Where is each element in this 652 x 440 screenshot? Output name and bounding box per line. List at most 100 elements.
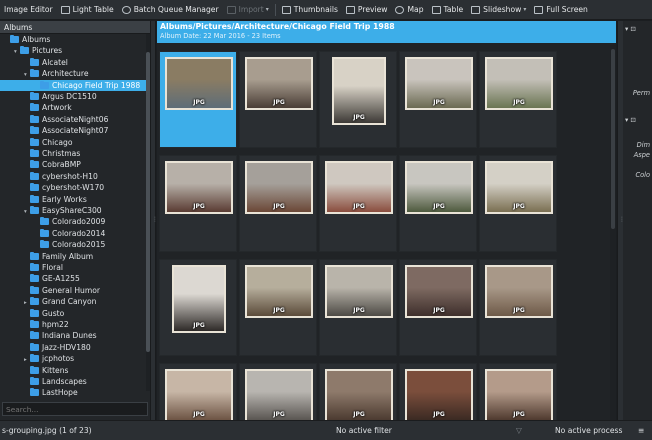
- tree-item[interactable]: cybershot-H10: [0, 171, 146, 182]
- thumbnail-scrollbar[interactable]: [610, 45, 616, 420]
- status-bar: s-grouping.jpg (1 of 23) No active filte…: [0, 420, 652, 440]
- tree-item[interactable]: Artwork: [0, 102, 146, 113]
- tree-item[interactable]: Indiana Dunes: [0, 330, 146, 341]
- tree-item[interactable]: Family Album: [0, 251, 146, 262]
- tree-item[interactable]: CobraBMP: [0, 159, 146, 170]
- slideshow-button[interactable]: Slideshow ▾: [467, 0, 530, 19]
- tree-item[interactable]: Colorado2014: [0, 228, 146, 239]
- tree-item-label: CobraBMP: [42, 160, 81, 170]
- thumbnail-item[interactable]: JPG: [159, 155, 237, 252]
- photo-thumbnail: JPG: [485, 369, 553, 420]
- folder-icon: [30, 194, 39, 203]
- tree-item[interactable]: Colorado2009: [0, 216, 146, 227]
- folder-icon: [30, 149, 39, 157]
- filter-icon[interactable]: ▽: [516, 426, 522, 435]
- tree-item[interactable]: Alcatel: [0, 57, 146, 68]
- folder-icon: [20, 46, 29, 55]
- thumbnail-item[interactable]: JPG: [319, 363, 397, 420]
- photo-thumbnail: JPG: [485, 57, 553, 110]
- tree-item[interactable]: ▸ jcphotos: [0, 353, 146, 364]
- file-type-badge: JPG: [513, 203, 525, 210]
- tree-item-label: Colorado2015: [52, 240, 106, 250]
- tree-item[interactable]: ▾ Pictures: [0, 45, 146, 56]
- map-icon: [395, 5, 405, 14]
- thumbnail-item[interactable]: JPG: [159, 51, 237, 148]
- tree-item[interactable]: Gusto: [0, 308, 146, 319]
- tree-item-label: Chicago: [42, 137, 73, 147]
- photo-properties-section-toggle[interactable]: ▾ ⊡: [625, 116, 636, 124]
- folder-icon: [30, 354, 39, 363]
- album-search-input[interactable]: [2, 402, 148, 416]
- file-type-badge: JPG: [353, 307, 365, 314]
- tree-item[interactable]: Landscapes: [0, 376, 146, 387]
- folder-icon: [30, 308, 39, 317]
- tree-item[interactable]: LastHope: [0, 387, 146, 398]
- thumbnail-item[interactable]: JPG: [319, 51, 397, 148]
- import-button[interactable]: Import ▾: [223, 0, 273, 19]
- thumbnail-item[interactable]: JPG: [239, 363, 317, 420]
- thumbnail-item[interactable]: JPG: [399, 51, 477, 148]
- file-type-badge: JPG: [433, 203, 445, 210]
- thumbnail-item[interactable]: JPG: [399, 259, 477, 356]
- properties-section-toggle[interactable]: ▾ ⊡: [625, 25, 636, 33]
- slideshow-dropdown-icon: ▾: [523, 6, 527, 13]
- folder-icon: [30, 263, 39, 271]
- image-editor-button[interactable]: Image Editor: [0, 0, 57, 19]
- slideshow-label: Slideshow: [483, 5, 522, 14]
- tree-item[interactable]: General Humor: [0, 285, 146, 296]
- tree-item[interactable]: Floral: [0, 262, 146, 273]
- file-type-badge: JPG: [513, 411, 525, 418]
- tree-item[interactable]: Argus DC1510: [0, 91, 146, 102]
- tree-item[interactable]: hpm22: [0, 319, 146, 330]
- tree-item-label: Grand Canyon: [42, 297, 97, 307]
- tree-item[interactable]: Chicago: [0, 137, 146, 148]
- tree-item[interactable]: Kittens: [0, 365, 146, 376]
- thumbnail-item[interactable]: JPG: [479, 363, 557, 420]
- album-date-subtitle: Album Date: 22 Mar 2016 - 23 Items: [160, 32, 281, 40]
- tree-item-label: Artwork: [42, 103, 72, 113]
- thumbnail-item[interactable]: JPG: [399, 363, 477, 420]
- tree-item[interactable]: ▾ Architecture: [0, 68, 146, 79]
- thumbnail-item[interactable]: JPG: [319, 155, 397, 252]
- thumbnail-item[interactable]: JPG: [399, 155, 477, 252]
- tree-item[interactable]: Jazz-HDV180: [0, 342, 146, 353]
- tree-item[interactable]: cybershot-W170: [0, 182, 146, 193]
- tree-item[interactable]: Early Works: [0, 194, 146, 205]
- album-tree[interactable]: Albums ▾ Pictures Alcatel ▾ Architecture Chica…: [0, 34, 150, 404]
- tree-item-label: LastHope: [42, 388, 78, 398]
- full-screen-button[interactable]: Full Screen: [530, 0, 592, 19]
- folder-icon: [30, 171, 39, 180]
- left-splitter[interactable]: ⋮: [150, 21, 158, 420]
- light-table-button[interactable]: Light Table: [57, 0, 118, 19]
- preview-button[interactable]: Preview: [342, 0, 392, 19]
- thumbnail-item[interactable]: JPG: [319, 259, 397, 356]
- tree-item[interactable]: AssociateNight07: [0, 125, 146, 136]
- album-header: Albums/Pictures/Architecture/Chicago Fie…: [157, 21, 616, 43]
- thumbnail-item[interactable]: JPG: [479, 259, 557, 356]
- batch-queue-icon: [121, 5, 131, 14]
- thumbnail-item[interactable]: JPG: [479, 51, 557, 148]
- thumbnail-item[interactable]: JPG: [239, 259, 317, 356]
- thumbnails-label: Thumbnails: [293, 5, 338, 14]
- thumbnail-item[interactable]: JPG: [479, 155, 557, 252]
- tree-item[interactable]: AssociateNight06: [0, 114, 146, 125]
- thumbnail-item[interactable]: JPG: [239, 155, 317, 252]
- thumbnails-button[interactable]: Thumbnails: [278, 0, 342, 19]
- tree-item[interactable]: ▾ EasyShareC300: [0, 205, 146, 216]
- tree-item[interactable]: Chicago Field Trip 1988: [0, 79, 146, 91]
- tree-item[interactable]: Colorado2015: [0, 239, 146, 250]
- thumbnail-scrollbar-thumb[interactable]: [611, 49, 615, 229]
- tree-item[interactable]: GE-A1255: [0, 273, 146, 284]
- map-button[interactable]: Map: [391, 0, 427, 19]
- albums-sidebar: Albums Albums ▾ Pictures Alcatel ▾ Architectu…: [0, 21, 150, 420]
- tree-item[interactable]: Albums: [0, 34, 146, 45]
- table-button[interactable]: Table: [428, 0, 468, 19]
- menu-icon[interactable]: ≡: [638, 426, 644, 435]
- batch-queue-manager-button[interactable]: Batch Queue Manager: [118, 0, 223, 19]
- thumbnail-item[interactable]: JPG: [239, 51, 317, 148]
- thumbnail-item[interactable]: JPG: [159, 363, 237, 420]
- thumbnail-item[interactable]: JPG: [159, 259, 237, 356]
- photo-thumbnail: JPG: [405, 161, 473, 214]
- tree-item[interactable]: ▸ Grand Canyon: [0, 296, 146, 307]
- tree-item[interactable]: Christmas: [0, 148, 146, 159]
